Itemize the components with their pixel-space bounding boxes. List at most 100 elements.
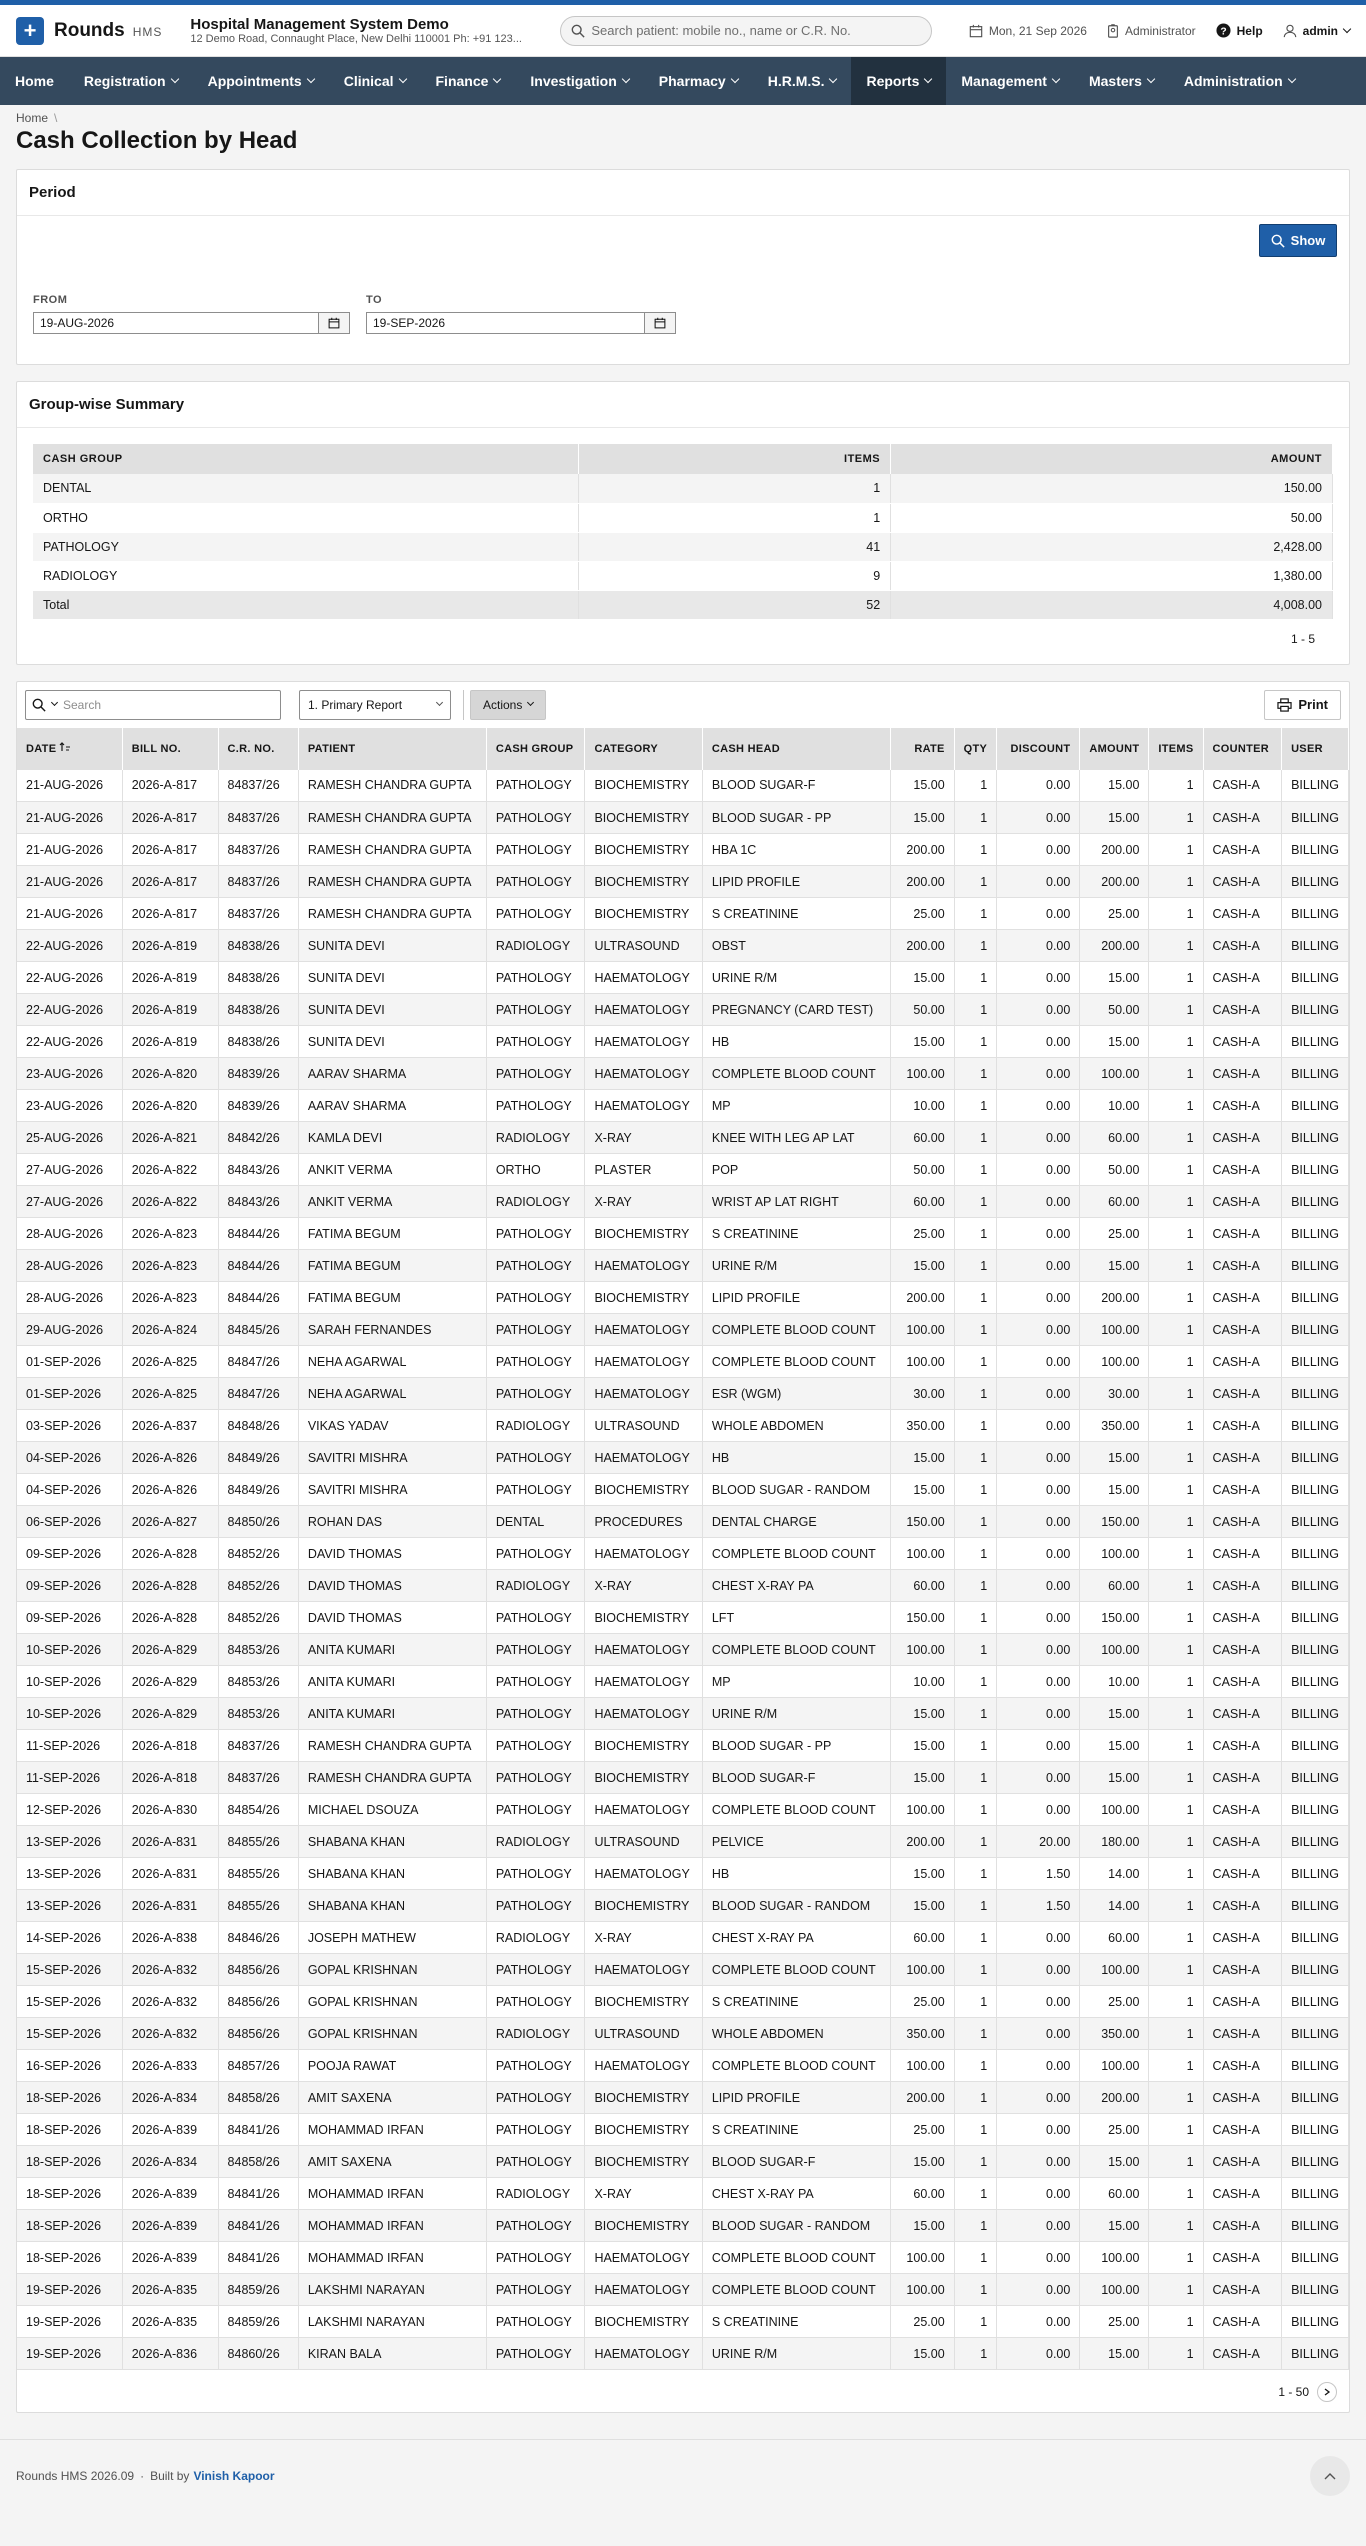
summary-header-group[interactable]: CASH GROUP <box>33 444 580 474</box>
table-row[interactable]: 11-SEP-2026 2026-A-818 84837/26 RAMESH CHAN… <box>17 1729 1349 1762</box>
role-indicator[interactable]: Administrator <box>1107 24 1196 38</box>
table-row[interactable]: 15-SEP-2026 2026-A-832 84856/26 GOPAL KRISH… <box>17 2017 1349 2050</box>
nav-item-clinical[interactable]: Clinical <box>329 57 421 105</box>
column-header-bill-no[interactable]: BILL NO. <box>122 727 219 770</box>
column-header-amount[interactable]: AMOUNT <box>1079 727 1150 770</box>
table-row[interactable]: 11-SEP-2026 2026-A-818 84837/26 RAMESH CHAN… <box>17 1761 1349 1794</box>
table-row[interactable]: 27-AUG-2026 2026-A-822 84843/26 ANKIT VERMA… <box>17 1153 1349 1186</box>
column-header-cr-no[interactable]: C.R. NO. <box>218 727 299 770</box>
table-row[interactable]: 19-SEP-2026 2026-A-836 84860/26 KIRAN BALA P… <box>17 2337 1349 2370</box>
from-date-input[interactable]: 19-AUG-2026 <box>33 312 319 334</box>
column-header-rate[interactable]: RATE <box>890 727 955 770</box>
table-row[interactable]: 18-SEP-2026 2026-A-834 84858/26 AMIT SAXENA… <box>17 2081 1349 2114</box>
table-row[interactable]: 19-SEP-2026 2026-A-835 84859/26 LAKSHMI NAR… <box>17 2305 1349 2338</box>
table-row[interactable]: 23-AUG-2026 2026-A-820 84839/26 AARAV SHARM… <box>17 1089 1349 1122</box>
table-row[interactable]: 09-SEP-2026 2026-A-828 84852/26 DAVID THOMA… <box>17 1569 1349 1602</box>
table-row[interactable]: 01-SEP-2026 2026-A-825 84847/26 NEHA AGARWA… <box>17 1345 1349 1378</box>
table-row[interactable]: 13-SEP-2026 2026-A-831 84855/26 SHABANA KHA… <box>17 1857 1349 1890</box>
table-row[interactable]: 28-AUG-2026 2026-A-823 84844/26 FATIMA BEGU… <box>17 1281 1349 1314</box>
nav-item-h-r-m-s[interactable]: H.R.M.S. <box>753 57 852 105</box>
table-row[interactable]: 04-SEP-2026 2026-A-826 84849/26 SAVITRI MIS… <box>17 1473 1349 1506</box>
nav-item-reports[interactable]: Reports <box>851 57 947 105</box>
cell-discount: 0.00 <box>996 2209 1081 2242</box>
table-row[interactable]: 10-SEP-2026 2026-A-829 84853/26 ANITA KUMAR… <box>17 1665 1349 1698</box>
table-row[interactable]: 21-AUG-2026 2026-A-817 84837/26 RAMESH CHAN… <box>17 769 1349 802</box>
show-button[interactable]: Show <box>1259 224 1337 257</box>
table-row[interactable]: 09-SEP-2026 2026-A-828 84852/26 DAVID THOMA… <box>17 1537 1349 1570</box>
column-header-discount[interactable]: DISCOUNT <box>996 727 1081 770</box>
table-row[interactable]: 29-AUG-2026 2026-A-824 84845/26 SARAH FERNA… <box>17 1313 1349 1346</box>
sort-ascending-icon[interactable] <box>59 742 71 752</box>
app-logo-icon[interactable]: + <box>16 16 44 45</box>
table-row[interactable]: 01-SEP-2026 2026-A-825 84847/26 NEHA AGARWA… <box>17 1377 1349 1410</box>
nav-item-masters[interactable]: Masters <box>1074 57 1169 105</box>
report-type-select[interactable]: 1. Primary Report <box>299 689 451 720</box>
help-link[interactable]: ? Help <box>1216 23 1263 38</box>
next-page-button[interactable] <box>1317 2382 1337 2402</box>
nav-item-appointments[interactable]: Appointments <box>193 57 329 105</box>
cell-items: 1 <box>1148 1281 1204 1314</box>
table-row[interactable]: 09-SEP-2026 2026-A-828 84852/26 DAVID THOMA… <box>17 1601 1349 1634</box>
print-button[interactable]: Print <box>1264 689 1341 720</box>
actions-button[interactable]: Actions <box>470 689 547 720</box>
user-menu[interactable]: admin <box>1283 24 1352 38</box>
table-row[interactable]: 22-AUG-2026 2026-A-819 84838/26 SUNITA DEVI… <box>17 929 1349 962</box>
table-row[interactable]: 22-AUG-2026 2026-A-819 84838/26 SUNITA DEVI… <box>17 993 1349 1026</box>
from-calendar-button[interactable] <box>319 312 350 334</box>
nav-item-finance[interactable]: Finance <box>421 57 516 105</box>
breadcrumb-home[interactable]: Home <box>16 111 48 125</box>
table-row[interactable]: 15-SEP-2026 2026-A-832 84856/26 GOPAL KRISH… <box>17 1985 1349 2018</box>
summary-header-items[interactable]: ITEMS <box>578 444 892 474</box>
table-row[interactable]: 22-AUG-2026 2026-A-819 84838/26 SUNITA DEVI… <box>17 1025 1349 1058</box>
table-row[interactable]: 14-SEP-2026 2026-A-838 84846/26 JOSEPH MATH… <box>17 1921 1349 1954</box>
table-row[interactable]: 10-SEP-2026 2026-A-829 84853/26 ANITA KUMAR… <box>17 1633 1349 1666</box>
column-header-date[interactable]: DATE <box>17 727 123 770</box>
report-search-input[interactable]: Search <box>25 689 281 720</box>
column-header-counter[interactable]: COUNTER <box>1203 727 1283 770</box>
column-header-user[interactable]: USER <box>1281 727 1349 770</box>
table-row[interactable]: 28-AUG-2026 2026-A-823 84844/26 FATIMA BEGU… <box>17 1217 1349 1250</box>
nav-item-administration[interactable]: Administration <box>1169 57 1310 105</box>
footer-author-link[interactable]: Vinish Kapoor <box>193 2469 274 2483</box>
table-row[interactable]: 18-SEP-2026 2026-A-839 84841/26 MOHAMMAD IR… <box>17 2113 1349 2146</box>
table-row[interactable]: 18-SEP-2026 2026-A-839 84841/26 MOHAMMAD IR… <box>17 2241 1349 2274</box>
table-row[interactable]: 04-SEP-2026 2026-A-826 84849/26 SAVITRI MIS… <box>17 1441 1349 1474</box>
table-row[interactable]: 18-SEP-2026 2026-A-834 84858/26 AMIT SAXENA… <box>17 2145 1349 2178</box>
table-row[interactable]: 22-AUG-2026 2026-A-819 84838/26 SUNITA DEVI… <box>17 961 1349 994</box>
table-row[interactable]: 03-SEP-2026 2026-A-837 84848/26 VIKAS YADAV… <box>17 1409 1349 1442</box>
to-calendar-button[interactable] <box>645 312 676 334</box>
nav-item-home[interactable]: Home <box>0 57 69 105</box>
table-row[interactable]: 18-SEP-2026 2026-A-839 84841/26 MOHAMMAD IR… <box>17 2177 1349 2210</box>
table-row[interactable]: 15-SEP-2026 2026-A-832 84856/26 GOPAL KRISH… <box>17 1953 1349 1986</box>
table-row[interactable]: 13-SEP-2026 2026-A-831 84855/26 SHABANA KHA… <box>17 1825 1349 1858</box>
table-row[interactable]: 23-AUG-2026 2026-A-820 84839/26 AARAV SHARM… <box>17 1057 1349 1090</box>
table-row[interactable]: 12-SEP-2026 2026-A-830 84854/26 MICHAEL DSO… <box>17 1793 1349 1826</box>
summary-header-amount[interactable]: AMOUNT <box>890 444 1333 474</box>
column-header-qty[interactable]: QTY <box>954 727 998 770</box>
table-row[interactable]: 10-SEP-2026 2026-A-829 84853/26 ANITA KUMAR… <box>17 1697 1349 1730</box>
table-row[interactable]: 28-AUG-2026 2026-A-823 84844/26 FATIMA BEGU… <box>17 1249 1349 1282</box>
table-row[interactable]: 21-AUG-2026 2026-A-817 84837/26 RAMESH CHAN… <box>17 833 1349 866</box>
table-row[interactable]: 18-SEP-2026 2026-A-839 84841/26 MOHAMMAD IR… <box>17 2209 1349 2242</box>
column-header-cash-group[interactable]: CASH GROUP <box>486 727 586 770</box>
nav-item-management[interactable]: Management <box>946 57 1074 105</box>
table-row[interactable]: 25-AUG-2026 2026-A-821 84842/26 KAMLA DEVI R… <box>17 1121 1349 1154</box>
scroll-to-top-button[interactable] <box>1310 2456 1350 2496</box>
nav-item-investigation[interactable]: Investigation <box>515 57 643 105</box>
column-header-patient[interactable]: PATIENT <box>298 727 487 770</box>
table-row[interactable]: 21-AUG-2026 2026-A-817 84837/26 RAMESH CHAN… <box>17 801 1349 834</box>
table-row[interactable]: 16-SEP-2026 2026-A-833 84857/26 POOJA RAWAT… <box>17 2049 1349 2082</box>
table-row[interactable]: 19-SEP-2026 2026-A-835 84859/26 LAKSHMI NAR… <box>17 2273 1349 2306</box>
to-date-input[interactable]: 19-SEP-2026 <box>366 312 645 334</box>
table-row[interactable]: 13-SEP-2026 2026-A-831 84855/26 SHABANA KHA… <box>17 1889 1349 1922</box>
table-row[interactable]: 21-AUG-2026 2026-A-817 84837/26 RAMESH CHAN… <box>17 865 1349 898</box>
table-row[interactable]: 06-SEP-2026 2026-A-827 84850/26 ROHAN DAS DE… <box>17 1505 1349 1538</box>
table-row[interactable]: 21-AUG-2026 2026-A-817 84837/26 RAMESH CHAN… <box>17 897 1349 930</box>
column-header-cash-head[interactable]: CASH HEAD <box>702 727 891 770</box>
nav-item-pharmacy[interactable]: Pharmacy <box>644 57 753 105</box>
table-row[interactable]: 27-AUG-2026 2026-A-822 84843/26 ANKIT VERMA… <box>17 1185 1349 1218</box>
column-header-items[interactable]: ITEMS <box>1148 727 1204 770</box>
patient-search-input[interactable]: Search patient: mobile no., name or C.R.… <box>560 15 933 46</box>
nav-item-registration[interactable]: Registration <box>69 57 193 105</box>
column-header-category[interactable]: CATEGORY <box>584 727 703 770</box>
